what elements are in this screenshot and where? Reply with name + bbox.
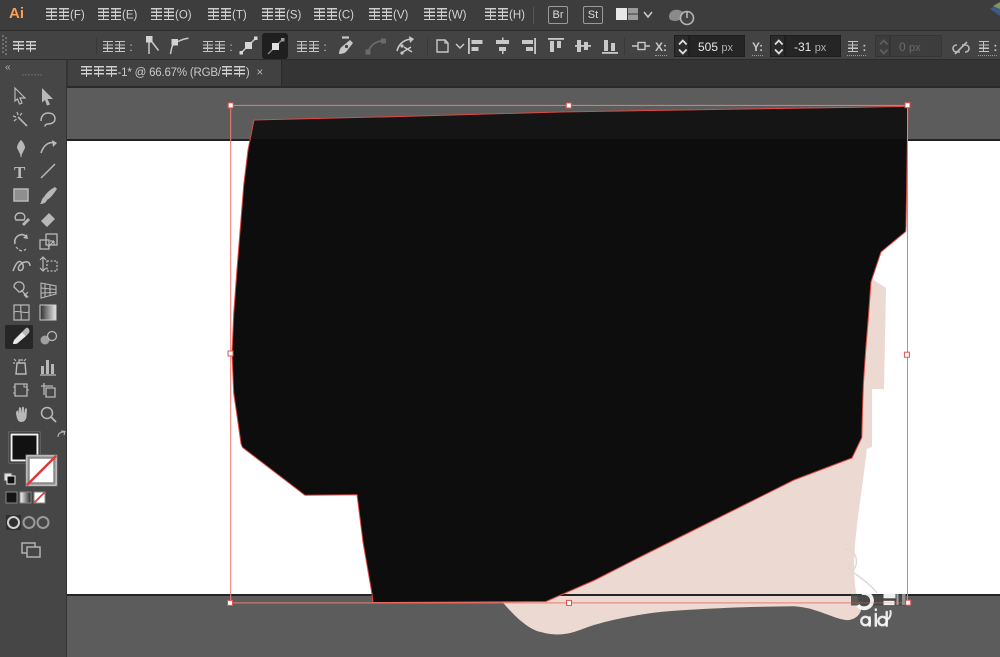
- svg-text:T: T: [14, 163, 26, 182]
